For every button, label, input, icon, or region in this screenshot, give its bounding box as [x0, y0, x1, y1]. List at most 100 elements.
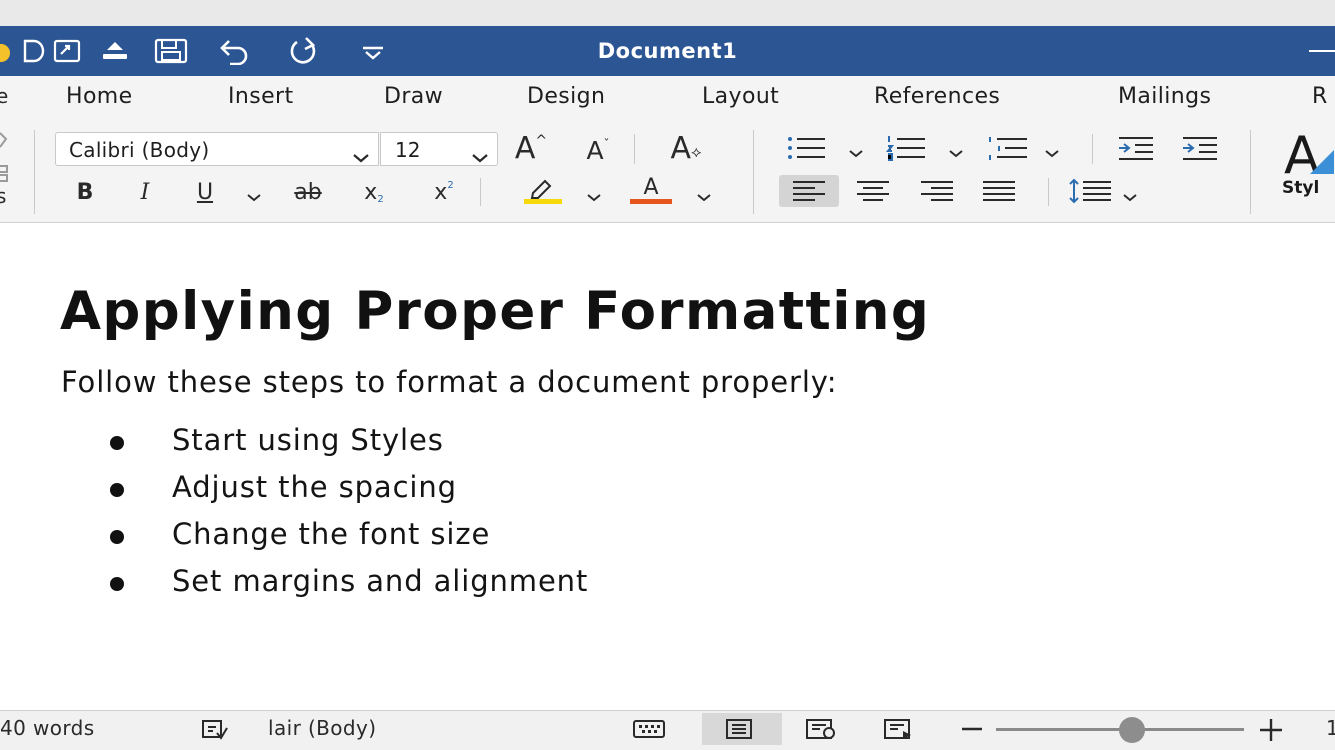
list-item[interactable]: Set margins and alignment [0, 562, 900, 602]
ribbon-tabs: e Home Insert Draw Design Layout Referen… [0, 76, 1335, 122]
bullet-icon [110, 436, 124, 450]
styles-accent-icon [1306, 146, 1335, 180]
bullets-button[interactable] [784, 134, 830, 162]
font-size-dropdown[interactable]: 12 [380, 132, 498, 166]
bold-button[interactable]: B [70, 176, 100, 208]
font-name-value: Calibri (Body) [69, 138, 210, 162]
styles-label[interactable]: Styl [1282, 178, 1319, 198]
bullets-chevron-down-icon[interactable] [848, 144, 864, 163]
document-heading[interactable]: Applying Proper Formatting [60, 281, 930, 342]
ribbon-separator [1092, 134, 1093, 164]
numbering-icon [885, 136, 925, 161]
multilevel-list-icon [989, 137, 1027, 160]
italic-icon: I [140, 179, 150, 205]
list-item[interactable]: Adjust the spacing [0, 468, 900, 508]
zoom-in-icon[interactable] [1258, 717, 1284, 743]
document-canvas[interactable]: Applying Proper Formatting Follow these … [0, 223, 1335, 710]
tab-draw[interactable]: Draw [384, 84, 443, 109]
web-layout-icon[interactable] [804, 718, 838, 740]
tab-mailings[interactable]: Mailings [1118, 84, 1211, 109]
font-size-value: 12 [395, 138, 421, 162]
format-painter-icon-stub[interactable] [0, 162, 12, 184]
zoom-out-icon[interactable] [960, 720, 984, 738]
decrease-indent-button[interactable] [1114, 134, 1158, 162]
shrink-font-icon: A [586, 135, 604, 165]
bold-icon: B [76, 179, 94, 205]
tab-home[interactable]: Home [66, 84, 133, 109]
status-bar: 40 words lair (Body) 1 [0, 710, 1335, 750]
highlight-chevron-down-icon[interactable] [586, 188, 602, 207]
line-spacing-button[interactable] [1066, 176, 1116, 206]
window-title: Document1 [597, 39, 738, 63]
grow-font-icon: A [514, 130, 536, 166]
zoom-percent-stub[interactable]: 1 [1326, 716, 1335, 740]
multilevel-chevron-down-icon[interactable] [1044, 144, 1060, 163]
clear-formatting-button[interactable]: A ⟡ [655, 130, 717, 166]
align-left-button[interactable] [788, 178, 830, 204]
tab-layout[interactable]: Layout [702, 84, 779, 109]
list-item-text: Start using Styles [172, 423, 444, 457]
align-right-button[interactable] [916, 178, 958, 204]
minimize-icon[interactable] [1309, 50, 1335, 52]
bullet-icon [110, 530, 124, 544]
bullet-icon [110, 483, 124, 497]
decrease-indent-icon [1119, 137, 1153, 160]
language-status[interactable]: lair (Body) [268, 716, 376, 740]
superscript-button[interactable]: x2 [426, 176, 462, 208]
numbering-button[interactable] [884, 134, 930, 162]
print-layout-icon[interactable] [724, 718, 754, 740]
line-spacing-icon [1069, 178, 1111, 204]
focus-mode-icon[interactable] [632, 718, 666, 740]
strikethrough-button[interactable]: ab [286, 176, 330, 208]
justify-button[interactable] [978, 178, 1020, 204]
tab-references[interactable]: References [874, 84, 1000, 109]
word-count[interactable]: 40 words [0, 716, 95, 740]
subscript-button[interactable]: x2 [356, 176, 392, 208]
ribbon-separator [1048, 178, 1049, 206]
ribbon-separator [480, 178, 481, 206]
align-left-icon [793, 181, 825, 201]
list-item[interactable]: Change the font size [0, 515, 900, 555]
ribbon-separator [634, 134, 635, 164]
grow-font-button[interactable]: A ^ [510, 130, 552, 166]
increase-indent-button[interactable] [1178, 134, 1222, 162]
numbering-chevron-down-icon[interactable] [948, 144, 964, 163]
font-color-button[interactable]: A [628, 172, 674, 208]
superscript-icon: x [434, 179, 448, 205]
paste-icon-stub[interactable] [0, 130, 12, 152]
tab-review[interactable]: R [1312, 84, 1328, 109]
read-mode-icon[interactable] [882, 718, 916, 740]
underline-button[interactable]: U [190, 176, 220, 208]
increase-indent-icon [1183, 137, 1217, 160]
ribbon-separator [34, 130, 35, 214]
italic-button[interactable]: I [130, 176, 160, 208]
list-item-text: Change the font size [172, 517, 491, 551]
proofing-icon[interactable] [200, 718, 230, 742]
tab-insert[interactable]: Insert [228, 84, 294, 109]
tab-design[interactable]: Design [527, 84, 605, 109]
subscript-icon: x [364, 179, 378, 205]
font-name-dropdown[interactable]: Calibri (Body) [55, 132, 379, 166]
font-color-chevron-down-icon[interactable] [696, 188, 712, 207]
underline-chevron-down-icon[interactable] [246, 188, 262, 207]
align-right-icon [921, 181, 953, 201]
shrink-font-button[interactable]: Aˇ [578, 134, 618, 166]
list-item-text: Adjust the spacing [172, 470, 457, 504]
bullet-icon [110, 577, 124, 591]
title-bar: Document1 [0, 26, 1335, 76]
justify-icon [983, 181, 1015, 201]
align-center-icon [857, 181, 889, 201]
highlight-button[interactable] [520, 174, 566, 208]
line-spacing-chevron-down-icon[interactable] [1122, 188, 1138, 207]
document-intro[interactable]: Follow these steps to format a document … [61, 365, 837, 399]
multilevel-list-button[interactable] [986, 134, 1032, 162]
tab-stub-left: e [0, 84, 9, 108]
list-item-text: Set margins and alignment [172, 564, 589, 598]
zoom-slider-thumb[interactable] [1119, 717, 1146, 743]
list-item[interactable]: Start using Styles [0, 421, 900, 461]
align-center-button[interactable] [852, 178, 894, 204]
font-color-swatch [630, 199, 672, 204]
ribbon-stub-left: s [0, 184, 7, 208]
highlighter-icon [524, 179, 562, 204]
desktop-gap [0, 0, 1335, 26]
